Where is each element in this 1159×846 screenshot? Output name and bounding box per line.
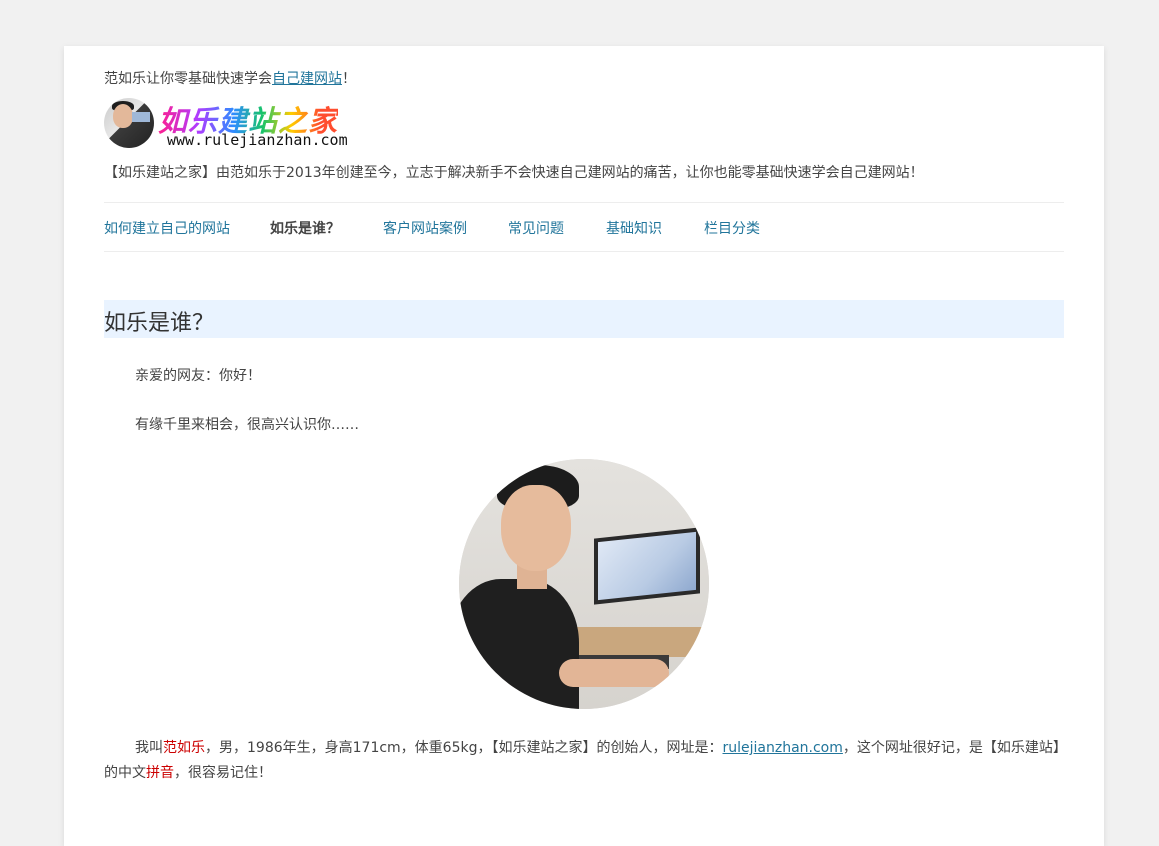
greeting-paragraph: 亲爱的网友：你好！ [135, 368, 261, 384]
content-area: 范如乐让你零基础快速学会自己建网站！ 如乐建站之家 www.rulejianzh… [104, 46, 1064, 846]
main-navigation: 如何建立自己的网站 如乐是谁？ 客户网站案例 常见问题 基础知识 栏目分类 [104, 202, 1064, 252]
article-title: 如乐是谁？ [104, 311, 215, 336]
tagline-link[interactable]: 自己建网站 [272, 71, 342, 87]
nav-item-basics[interactable]: 基础知识 [606, 218, 662, 238]
nav-item-who-is-rule[interactable]: 如乐是谁？ [270, 218, 340, 238]
pinyin-highlight: 拼音 [146, 765, 174, 781]
nav-item-client-cases[interactable]: 客户网站案例 [383, 218, 467, 238]
bio-text-4: ，很容易记住！ [174, 765, 272, 781]
page-container: 范如乐让你零基础快速学会自己建网站！ 如乐建站之家 www.rulejianzh… [64, 46, 1104, 846]
article-title-bar: 如乐是谁？ [104, 300, 1064, 338]
nav-item-categories[interactable]: 栏目分类 [704, 218, 760, 238]
site-description: 【如乐建站之家】由范如乐于2013年创建至今，立志于解决新手不会快速自己建网站的… [104, 165, 924, 181]
logo-avatar [104, 98, 154, 148]
site-url-link[interactable]: rulejianzhan.com [723, 740, 843, 756]
site-logo[interactable]: 如乐建站之家 www.rulejianzhan.com [104, 98, 364, 150]
bio-paragraph: 我叫范如乐，男，1986年生，身高171cm，体重65kg，【如乐建站之家】的创… [104, 736, 1064, 786]
author-photo [459, 459, 709, 709]
nav-item-faq[interactable]: 常见问题 [508, 218, 564, 238]
author-name: 范如乐 [163, 740, 205, 756]
logo-url: www.rulejianzhan.com [167, 131, 348, 149]
site-tagline: 范如乐让你零基础快速学会自己建网站！ [104, 68, 356, 88]
intro-line-paragraph: 有缘千里来相会，很高兴认识你…… [135, 417, 359, 433]
nav-item-how-to-build[interactable]: 如何建立自己的网站 [104, 218, 230, 238]
tagline-prefix: 范如乐让你零基础快速学会 [104, 71, 272, 87]
bio-text-1: 我叫 [135, 740, 163, 756]
bio-text-2: ，男，1986年生，身高171cm，体重65kg，【如乐建站之家】的创始人，网址… [205, 740, 723, 756]
tagline-suffix: ！ [342, 71, 356, 87]
